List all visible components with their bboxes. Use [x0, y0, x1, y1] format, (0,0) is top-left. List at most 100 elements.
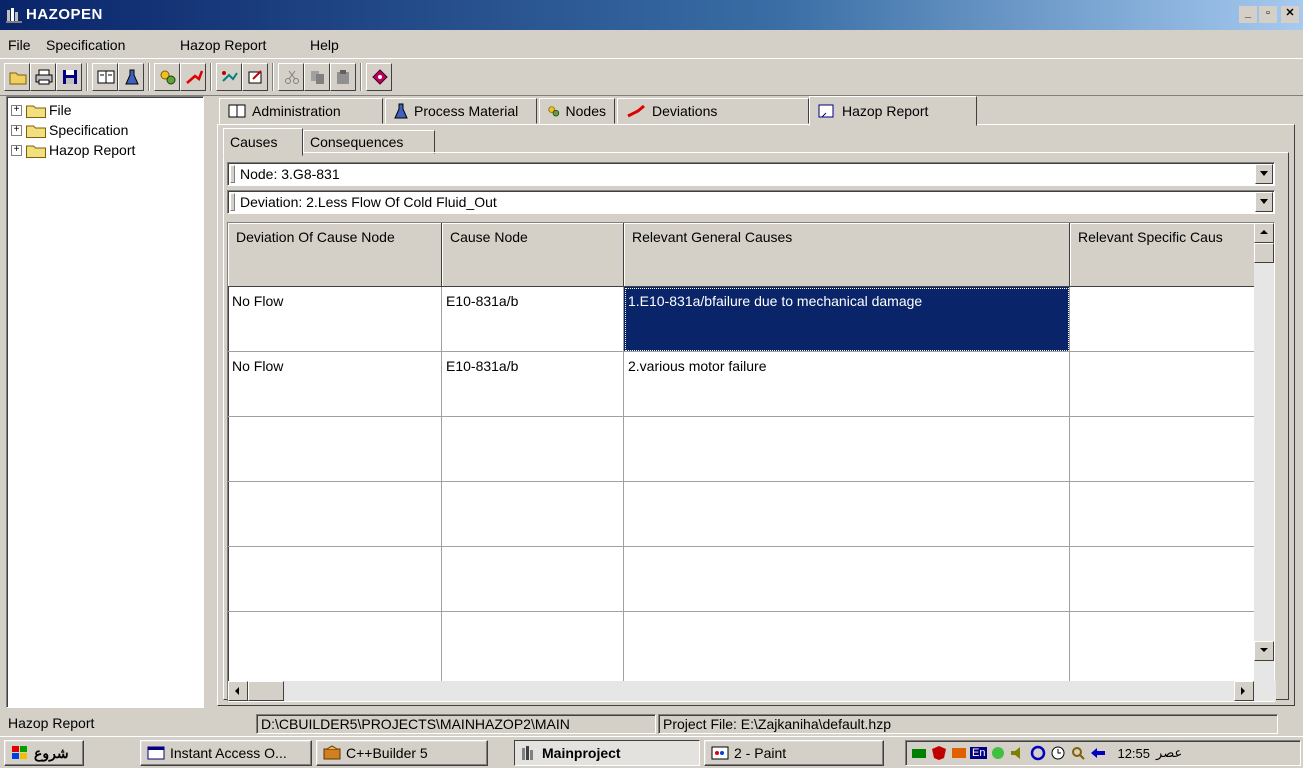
grid-cell[interactable]	[442, 482, 624, 547]
horizontal-scrollbar[interactable]	[228, 681, 1276, 701]
grid-cell[interactable]: E10-831a/b	[442, 352, 624, 417]
tab-consequences[interactable]: Consequences	[303, 130, 435, 154]
print-icon	[35, 69, 53, 85]
arrow-up-icon	[1260, 230, 1268, 234]
administration-button[interactable]	[92, 63, 118, 91]
grid-cell[interactable]	[228, 482, 442, 547]
vertical-scrollbar[interactable]	[1254, 223, 1274, 683]
node-combobox[interactable]: Node: 3.G8-831	[227, 162, 1275, 186]
print-button[interactable]	[30, 63, 56, 91]
column-header[interactable]: Relevant General Causes	[624, 223, 1070, 287]
grid-cell[interactable]	[1070, 287, 1256, 352]
grid-cell[interactable]	[624, 547, 1070, 612]
grid-cell[interactable]	[442, 612, 624, 683]
search-icon[interactable]	[1069, 745, 1087, 761]
task-paint[interactable]: 2 - Paint	[704, 740, 884, 766]
deviations-button[interactable]	[180, 63, 206, 91]
cut-button[interactable]	[278, 63, 304, 91]
navigation-tree[interactable]: + File + Specification + Hazop Report	[6, 96, 204, 708]
maximize-button[interactable]: ▫	[1259, 6, 1277, 23]
tab-process-material[interactable]: Process Material	[385, 98, 537, 124]
speaker-icon[interactable]	[1009, 745, 1027, 761]
tab-administration[interactable]: Administration	[219, 98, 383, 124]
grid-cell[interactable]	[624, 482, 1070, 547]
deviation-dropdown-button[interactable]	[1255, 192, 1273, 212]
tab-hazop-report[interactable]: Hazop Report	[809, 96, 977, 126]
network-icon[interactable]	[910, 745, 928, 761]
horizontal-scroll-thumb[interactable]	[248, 681, 284, 701]
start-button[interactable]: شروع	[4, 740, 84, 766]
arrow-icon[interactable]	[1089, 745, 1107, 761]
node-dropdown-button[interactable]	[1255, 164, 1273, 184]
task-mainproject[interactable]: Mainproject	[514, 740, 700, 766]
start-label: شروع	[34, 744, 69, 761]
expand-icon[interactable]: +	[11, 105, 22, 116]
grid-cell[interactable]: E10-831a/b	[442, 287, 624, 352]
language-indicator[interactable]: En	[970, 747, 988, 759]
task-cpp-builder[interactable]: C++Builder 5	[316, 740, 488, 766]
scroll-down-button[interactable]	[1254, 641, 1274, 661]
sync-icon[interactable]	[1029, 745, 1047, 761]
report-button[interactable]	[242, 63, 268, 91]
menu-file[interactable]: File	[8, 37, 31, 53]
save-icon	[63, 70, 77, 84]
grid-cell[interactable]	[442, 417, 624, 482]
copy-button[interactable]	[304, 63, 330, 91]
minimize-button[interactable]: _	[1239, 6, 1257, 23]
scroll-up-button[interactable]	[1254, 223, 1274, 243]
paste-button[interactable]	[330, 63, 356, 91]
vertical-scroll-thumb[interactable]	[1254, 243, 1274, 263]
save-button[interactable]	[56, 63, 82, 91]
grid-cell[interactable]: No Flow	[228, 287, 442, 352]
tab-nodes[interactable]: Nodes	[539, 98, 615, 124]
grid-cell[interactable]	[228, 547, 442, 612]
toolbar-separator	[86, 63, 88, 91]
tree-item-label: Hazop Report	[49, 142, 136, 158]
menu-specification[interactable]: Specification	[46, 37, 125, 53]
grid-cell[interactable]	[1070, 482, 1256, 547]
grid-cell[interactable]	[1070, 547, 1256, 612]
grid-cell[interactable]: 2.various motor failure	[624, 352, 1070, 417]
grid-cell[interactable]	[1070, 352, 1256, 417]
menu-hazop-report[interactable]: Hazop Report	[180, 37, 266, 53]
causes-grid[interactable]: Deviation Of Cause Node Cause Node Relev…	[227, 222, 1276, 702]
messenger-icon[interactable]	[950, 745, 968, 761]
help-button[interactable]	[366, 63, 392, 91]
scroll-left-button[interactable]	[228, 681, 248, 701]
process-material-button[interactable]	[118, 63, 144, 91]
toolbar-separator	[148, 63, 150, 91]
menu-help[interactable]: Help	[310, 37, 339, 53]
tab-deviations[interactable]: Deviations	[617, 98, 809, 124]
task-instant-access[interactable]: Instant Access O...	[140, 740, 312, 766]
close-button[interactable]: ✕	[1281, 6, 1299, 23]
status-icon[interactable]	[989, 745, 1007, 761]
column-header[interactable]: Relevant Specific Caus	[1070, 223, 1256, 287]
grid-cell[interactable]	[228, 417, 442, 482]
column-header[interactable]: Deviation Of Cause Node	[228, 223, 442, 287]
expand-icon[interactable]: +	[11, 145, 22, 156]
scroll-right-button[interactable]	[1234, 681, 1254, 701]
grid-cell-selected[interactable]: 1.E10-831a/bfailure due to mechanical da…	[624, 287, 1070, 352]
expand-icon[interactable]: +	[11, 125, 22, 136]
arrow-right-icon	[1241, 687, 1245, 695]
tab-causes[interactable]: Causes	[223, 128, 303, 156]
clock-icon[interactable]	[1049, 745, 1067, 761]
grid-cell[interactable]	[624, 417, 1070, 482]
grid-cell[interactable]	[442, 547, 624, 612]
grid-cell[interactable]	[1070, 612, 1256, 683]
tools-button[interactable]	[216, 63, 242, 91]
deviation-combobox[interactable]: Deviation: 2.Less Flow Of Cold Fluid_Out	[227, 190, 1275, 214]
status-project-file: Project File: E:\Zajkaniha\default.hzp	[658, 714, 1278, 734]
grid-cell[interactable]	[228, 612, 442, 683]
grid-cell[interactable]: No Flow	[228, 352, 442, 417]
nodes-button[interactable]	[154, 63, 180, 91]
title-bar: HAZOPEN _ ▫ ✕	[0, 0, 1303, 30]
open-button[interactable]	[4, 63, 30, 91]
grid-cell[interactable]	[1070, 417, 1256, 482]
column-header[interactable]: Cause Node	[442, 223, 624, 287]
paint-icon	[711, 746, 729, 760]
taskbar: شروع Instant Access O... C++Builder 5 Ma…	[0, 736, 1303, 768]
grid-cell[interactable]	[624, 612, 1070, 683]
antivirus-icon[interactable]	[930, 745, 948, 761]
nodes-icon	[160, 70, 176, 85]
